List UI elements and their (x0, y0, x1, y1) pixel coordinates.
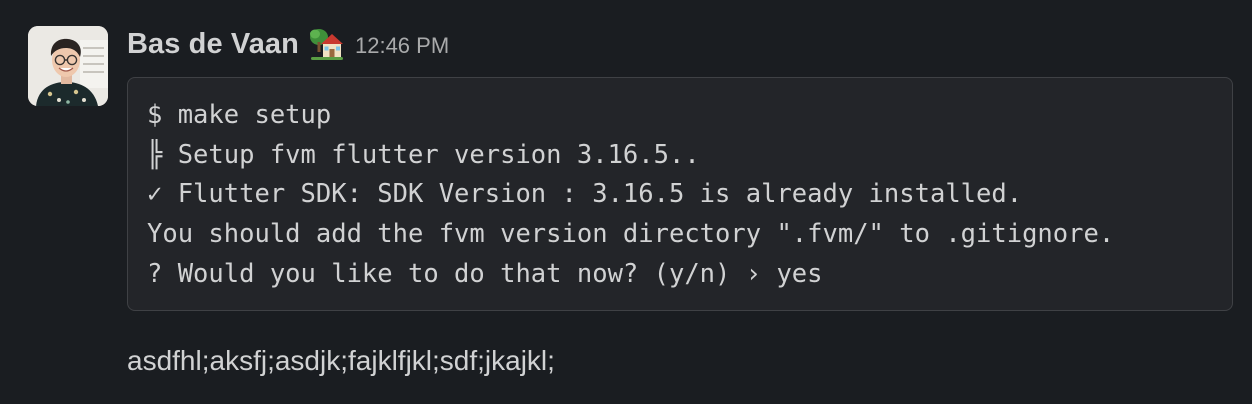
author-name[interactable]: Bas de Vaan (127, 28, 299, 61)
message-header: Bas de Vaan 12:46 PM (127, 22, 449, 66)
code-block: $ make setup ╠ Setup fvm flutter version… (127, 77, 1233, 311)
code-line: ✓ Flutter SDK: SDK Version : 3.16.5 is a… (147, 179, 1023, 210)
code-line: ╠ Setup fvm flutter version 3.16.5.. (147, 139, 700, 170)
code-line: You should add the fvm version directory… (147, 219, 1115, 250)
house-with-garden-icon[interactable] (309, 26, 345, 62)
avatar[interactable] (28, 26, 108, 106)
message-text: asdfhl;aksfj;asdjk;fajklfjkl;sdf;jkajkl; (127, 345, 555, 376)
timestamp[interactable]: 12:46 PM (355, 33, 449, 59)
avatar-photo (28, 26, 108, 106)
code-line: ? Would you like to do that now? (y/n) ›… (147, 258, 823, 289)
code-line: $ make setup (147, 100, 332, 130)
message: Bas de Vaan 12:46 PM $ make setup ╠ Setu… (0, 0, 1252, 404)
